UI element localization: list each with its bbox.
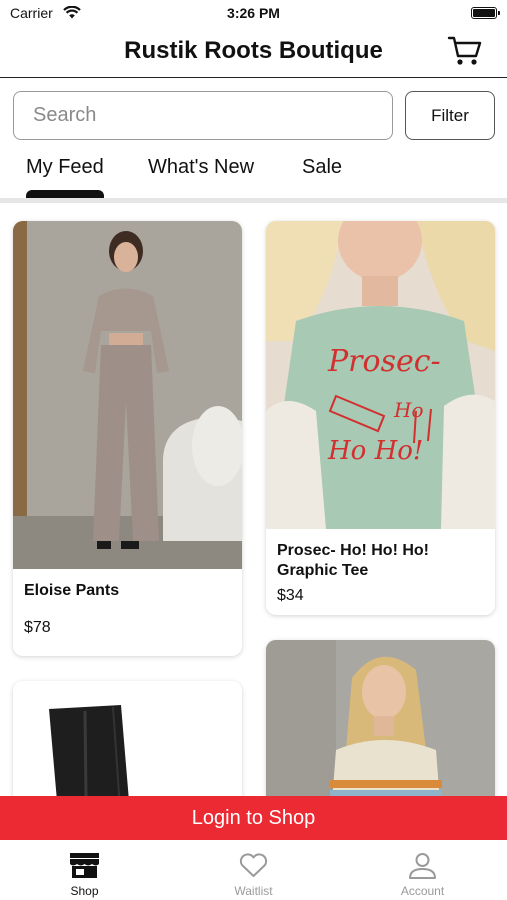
product-card-graphic-tee[interactable]: Prosec- Ho Ho Ho! Prosec- Ho! Ho! Ho! Gr…	[266, 221, 495, 615]
feed-tabs: My Feed What's New Sale	[0, 150, 507, 200]
nav-item-waitlist[interactable]: Waitlist	[169, 840, 338, 900]
nav-label-shop: Shop	[70, 884, 99, 898]
nav-item-account[interactable]: Account	[338, 840, 507, 900]
storefront-icon	[70, 853, 99, 878]
heart-icon	[239, 853, 268, 877]
tee-print-line1: Prosec-	[327, 344, 441, 379]
tab-sale[interactable]: Sale	[302, 156, 342, 179]
tab-whats-new[interactable]: What's New	[148, 156, 254, 179]
status-time: 3:26 PM	[227, 5, 280, 21]
product-price: $34	[277, 587, 304, 604]
tab-my-feed[interactable]: My Feed	[26, 156, 104, 179]
page-title: Rustik Roots Boutique	[124, 37, 383, 64]
cart-icon[interactable]	[447, 34, 483, 68]
bottom-nav: Shop Waitlist Account	[0, 840, 507, 900]
app-header: Rustik Roots Boutique	[0, 26, 507, 78]
nav-item-shop[interactable]: Shop	[0, 840, 169, 900]
product-feed[interactable]: Eloise Pants $78 Prosec- Ho Ho Ho! Prose…	[0, 203, 507, 840]
person-icon	[409, 853, 436, 879]
product-card-eloise-pants[interactable]: Eloise Pants $78	[13, 221, 242, 656]
tee-print-line2: Ho	[393, 398, 423, 422]
product-name: Eloise Pants	[24, 582, 120, 599]
nav-label-account: Account	[400, 884, 445, 898]
battery-icon	[471, 7, 500, 19]
login-to-shop-button[interactable]: Login to Shop	[0, 796, 507, 840]
search-input[interactable]	[13, 91, 393, 140]
status-bar: Carrier 3:26 PM	[0, 0, 507, 26]
product-image-graphic-tee: Prosec- Ho Ho Ho!	[266, 221, 495, 529]
product-name: Prosec- Ho! Ho! Ho! Graphic Tee	[277, 542, 429, 579]
product-price: $78	[24, 619, 51, 636]
filter-button[interactable]: Filter	[405, 91, 495, 140]
tee-print-line3: Ho Ho!	[327, 436, 423, 466]
product-image-eloise-pants	[13, 221, 242, 569]
nav-label-waitlist: Waitlist	[234, 884, 273, 898]
